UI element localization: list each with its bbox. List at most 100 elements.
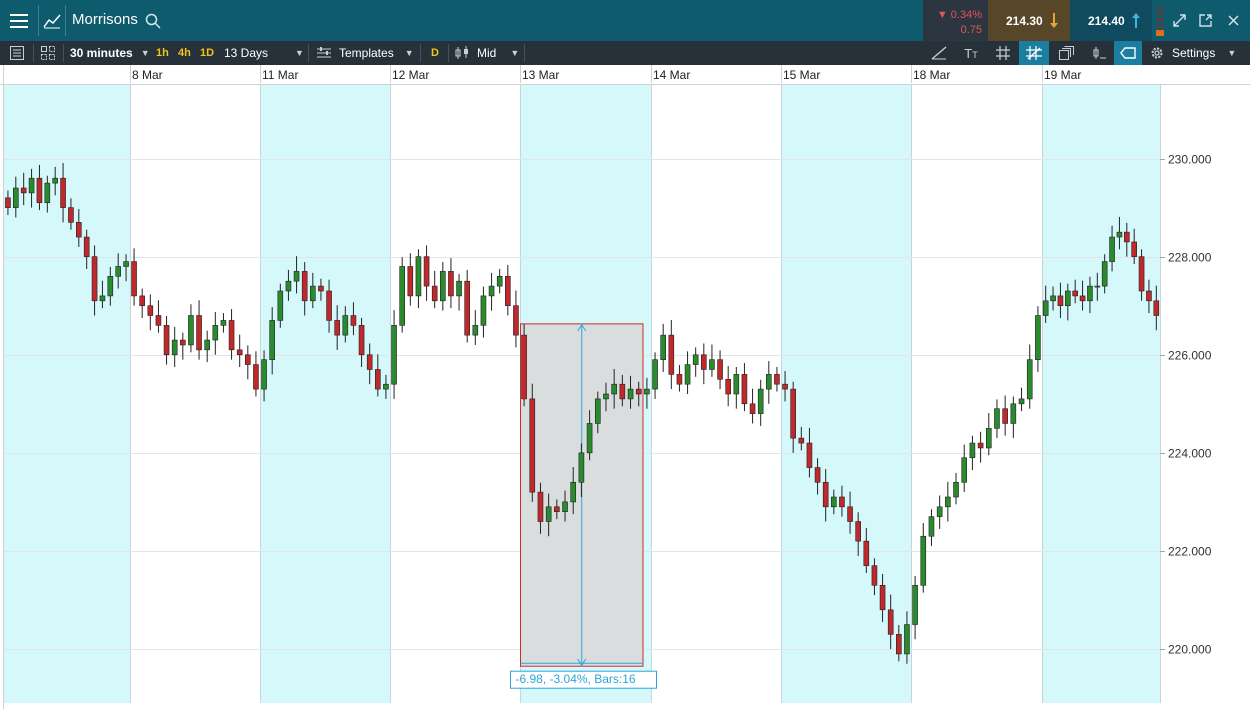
- candle-down: [350, 315, 357, 326]
- draw-tool-button[interactable]: [925, 41, 953, 65]
- popout-button[interactable]: [1194, 0, 1216, 41]
- buy-button[interactable]: 214.40: [1070, 0, 1152, 41]
- candle-up: [709, 359, 715, 370]
- price-type-dropdown[interactable]: Mid ▼: [455, 41, 519, 65]
- candle-down: [375, 369, 381, 390]
- candle-up: [1018, 398, 1025, 405]
- candle-down: [1002, 408, 1008, 424]
- price-type-value: Mid: [477, 46, 497, 60]
- candle-down: [1138, 256, 1145, 292]
- candle-down: [725, 378, 731, 395]
- candle-down: [676, 374, 683, 385]
- price-chart[interactable]: 8 Mar 11 Mar 12 Mar 13 Mar 14 Mar 15 Mar 18 Ma…: [0, 65, 1250, 709]
- toolbar-divider: [63, 44, 64, 62]
- candle-down: [196, 315, 202, 351]
- candle-down: [977, 442, 984, 449]
- chart-toolbar: 30 minutes ▼ 1h 4h 1D 13 Days ▼ Template…: [0, 41, 1250, 65]
- candle-up: [342, 315, 349, 336]
- x-tick-label: 13 Mar: [522, 68, 559, 82]
- candle-up: [383, 383, 389, 390]
- candle-up: [1065, 290, 1071, 307]
- quick-interval-1d[interactable]: 1D: [200, 41, 214, 65]
- price-change-box: ▼ 0.34% 0.75: [923, 0, 988, 41]
- windows-icon: [1058, 46, 1074, 60]
- chevron-down-icon: ▼: [295, 48, 304, 58]
- measure-label-group: -6.98, -3.04%, Bars:16: [510, 670, 657, 689]
- candle-settings-icon: [1093, 47, 1106, 59]
- candle-down: [839, 496, 845, 508]
- range-dropdown[interactable]: 13 Days ▼: [224, 41, 304, 65]
- templates-dropdown[interactable]: Templates ▼: [317, 41, 414, 65]
- watchlist-button[interactable]: [10, 41, 24, 65]
- candle-up: [545, 506, 552, 522]
- interval-value: 30 minutes: [70, 46, 133, 60]
- candle-down: [822, 481, 829, 508]
- search-button[interactable]: [143, 0, 163, 41]
- text-tool-button[interactable]: TT: [957, 41, 985, 65]
- toolbar-divider: [448, 44, 449, 62]
- candle-down: [1072, 290, 1078, 297]
- hamburger-icon: [10, 13, 28, 28]
- expand-button[interactable]: [1168, 0, 1190, 41]
- candle-down: [139, 295, 145, 307]
- indicator-button[interactable]: [1085, 41, 1113, 65]
- candle-down: [863, 540, 870, 566]
- candle-down: [423, 256, 430, 287]
- layout-button[interactable]: [41, 41, 55, 65]
- candle-up: [644, 388, 650, 395]
- candle-up: [171, 339, 178, 356]
- buy-price: 214.40: [1088, 14, 1125, 28]
- d-toggle[interactable]: D: [431, 41, 439, 65]
- candle-up: [611, 383, 617, 395]
- measure-label: -6.98, -3.04%, Bars:16: [516, 672, 636, 686]
- candle-down: [782, 383, 788, 390]
- candle-up: [28, 177, 35, 194]
- quick-interval-4h[interactable]: 4h: [178, 41, 191, 65]
- crosshair-button[interactable]: [1019, 41, 1049, 65]
- candle-up: [692, 354, 699, 365]
- grid-toggle-button[interactable]: [989, 41, 1017, 65]
- menu-button[interactable]: [0, 0, 38, 41]
- quick-interval-1h[interactable]: 1h: [156, 41, 169, 65]
- candle-down: [464, 280, 470, 336]
- candle-up: [953, 481, 959, 498]
- candle-down: [806, 442, 813, 468]
- close-button[interactable]: [1222, 0, 1244, 41]
- x-tick-label: 8 Mar: [132, 68, 163, 82]
- label-tool-button[interactable]: [1114, 41, 1142, 65]
- candle-down: [326, 290, 332, 321]
- app-window: Morrisons ▼ 0.34% 0.75 214.30 214.40 30 …: [0, 0, 1250, 709]
- candle-up: [99, 295, 106, 302]
- candle-down: [717, 359, 723, 380]
- candle-down: [253, 364, 259, 390]
- chart-type-button[interactable]: [39, 0, 65, 41]
- day-band: [4, 85, 130, 703]
- depth-bar-icon: [1156, 6, 1164, 36]
- candle-up: [985, 428, 992, 449]
- candle-up: [44, 182, 51, 204]
- candle-down: [871, 565, 878, 586]
- candle-up: [912, 584, 918, 625]
- sell-button[interactable]: 214.30: [988, 0, 1070, 41]
- candle-down: [1153, 300, 1160, 316]
- candle-up: [285, 280, 292, 292]
- candle-down: [521, 334, 527, 400]
- candle-up: [969, 442, 976, 459]
- popout-icon: [1198, 14, 1212, 27]
- candle-down: [635, 388, 642, 395]
- candle-down: [318, 285, 324, 292]
- settings-dropdown[interactable]: Settings ▼: [1150, 41, 1236, 65]
- candle-down: [5, 197, 11, 208]
- instrument-title[interactable]: Morrisons: [72, 11, 138, 28]
- windows-button[interactable]: [1052, 41, 1080, 65]
- change-absolute: 0.75: [960, 24, 982, 36]
- candle-down: [847, 506, 853, 522]
- candle-up: [652, 359, 658, 390]
- interval-dropdown[interactable]: 30 minutes ▼: [70, 41, 150, 65]
- candle-down: [20, 187, 27, 194]
- candle-up: [1109, 236, 1115, 262]
- templates-icon: [317, 47, 331, 58]
- candle-down: [301, 271, 308, 302]
- sell-price: 214.30: [1006, 14, 1043, 28]
- chart-area[interactable]: 8 Mar 11 Mar 12 Mar 13 Mar 14 Mar 15 Mar 18 Ma…: [0, 65, 1250, 709]
